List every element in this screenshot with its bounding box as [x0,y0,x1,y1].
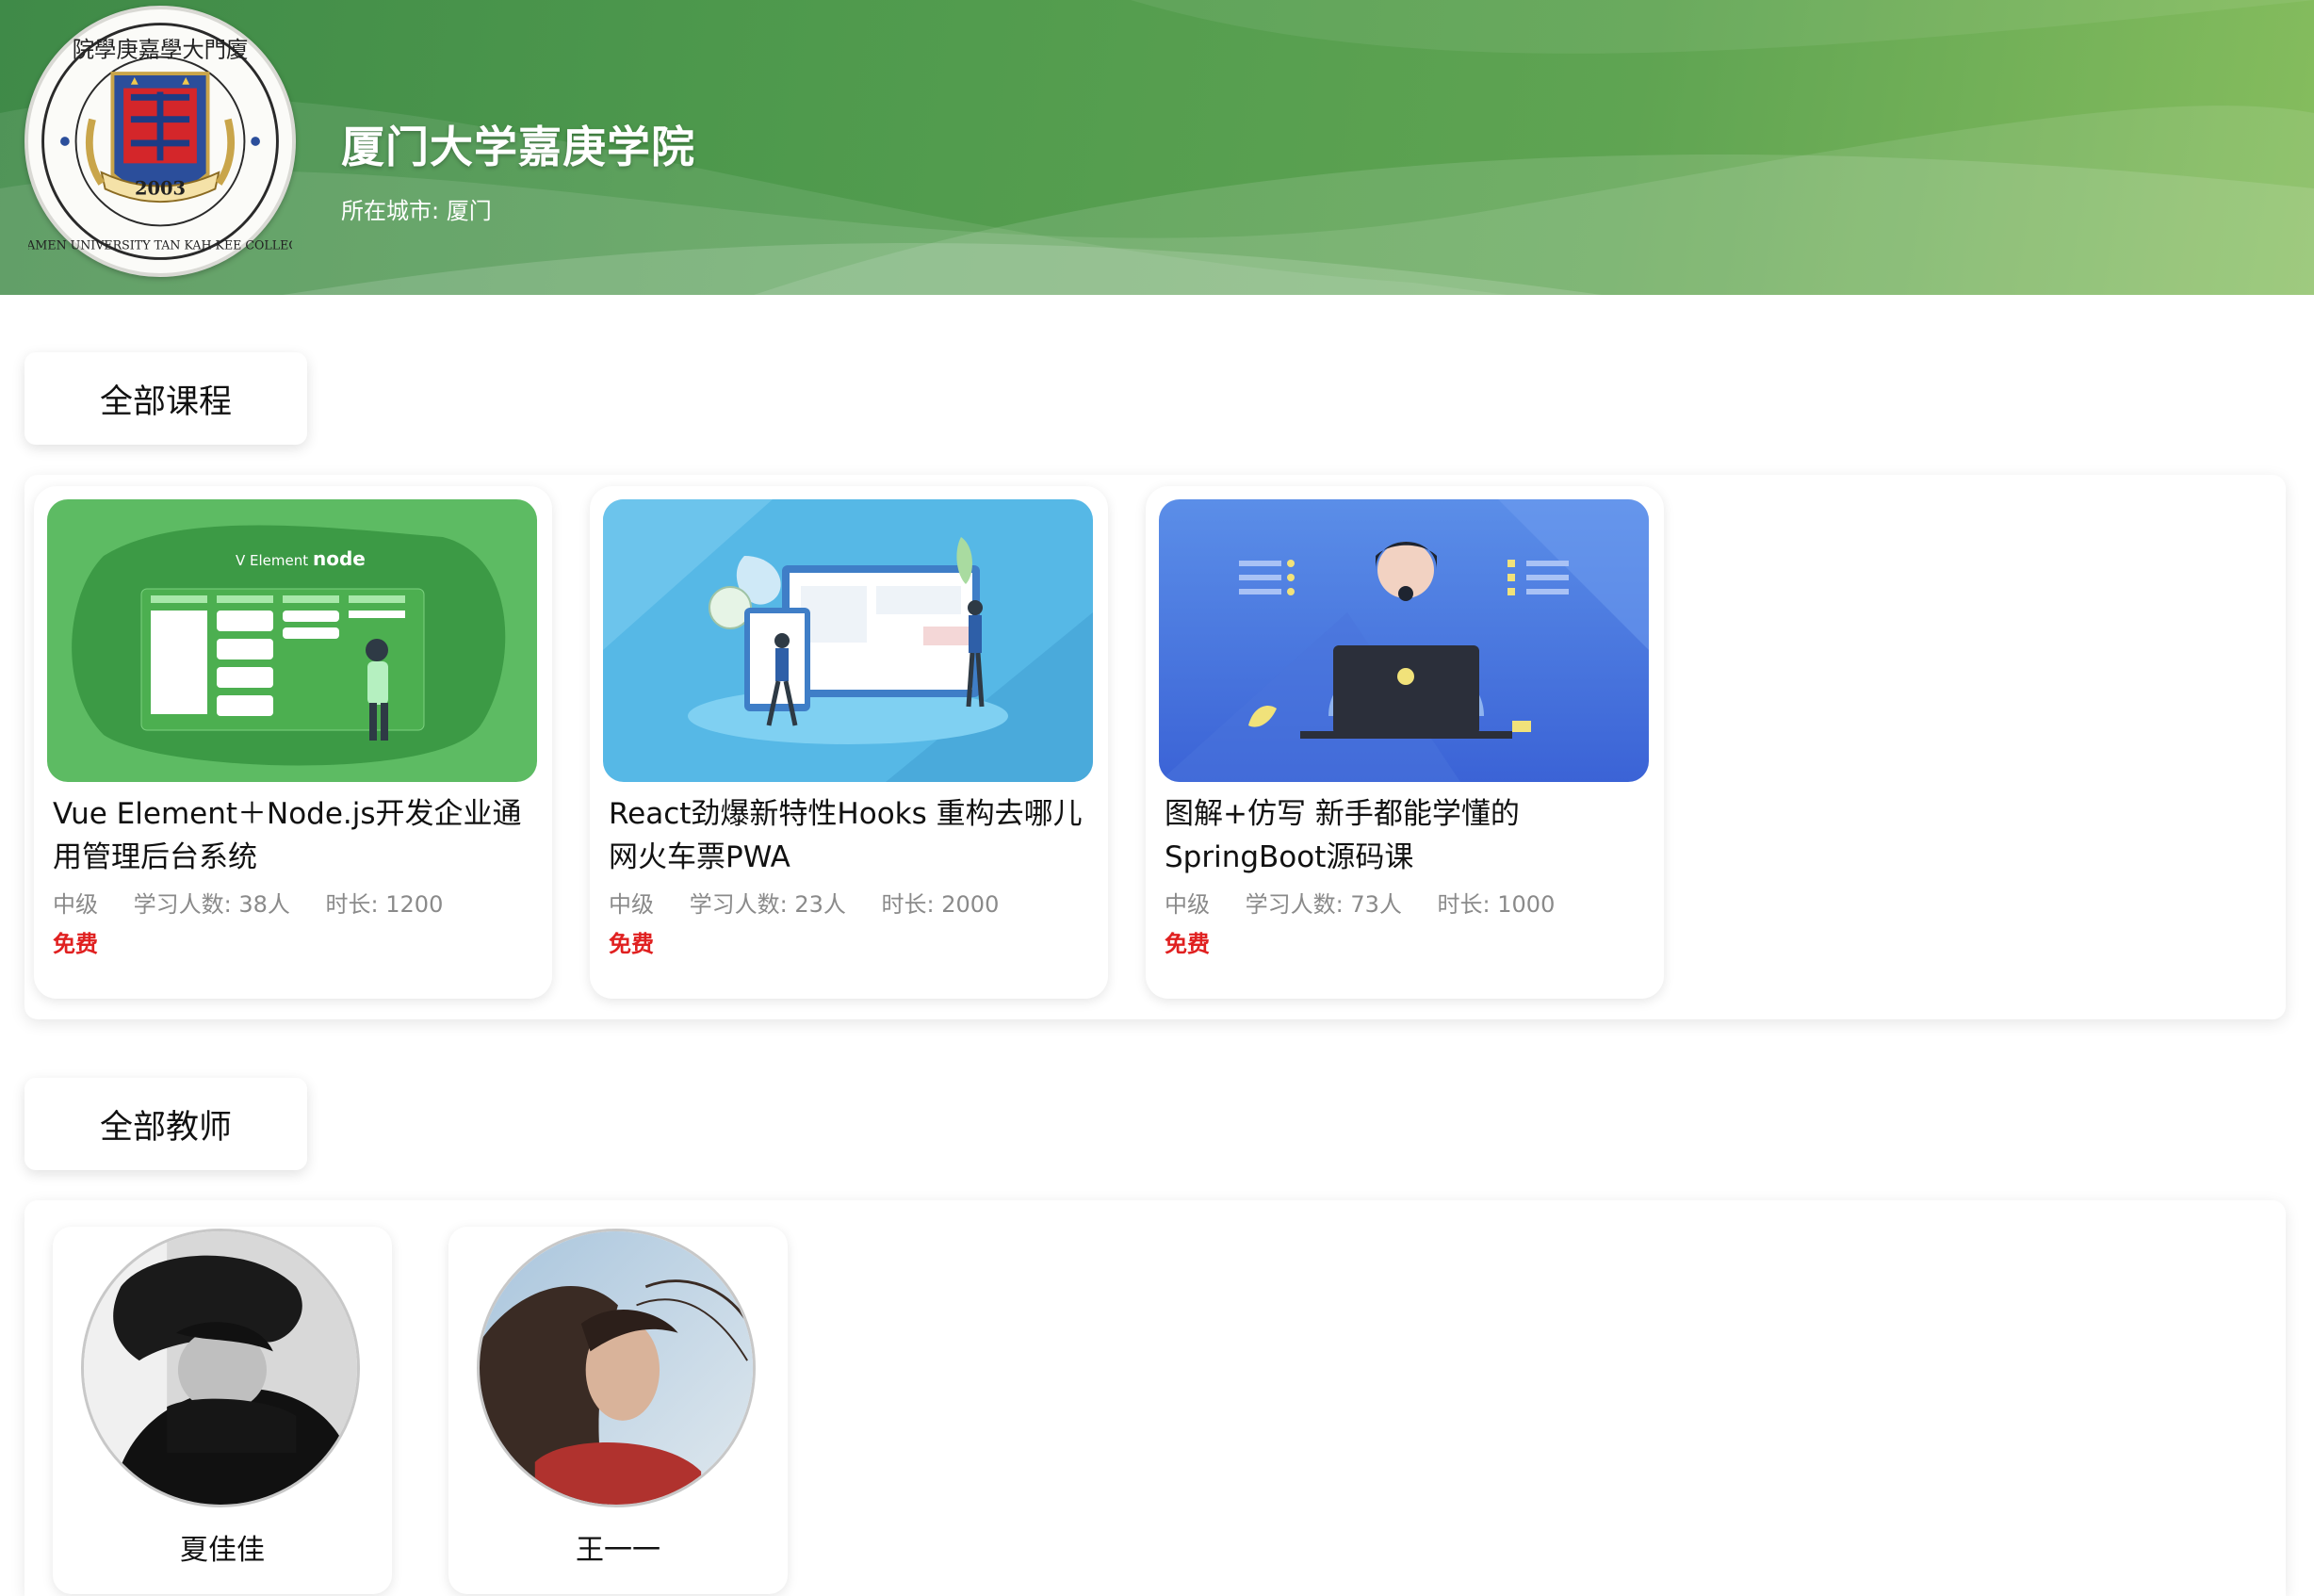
course-thumbnail[interactable] [1159,499,1649,782]
svg-text:2003: 2003 [135,177,186,199]
course-card[interactable]: React劲爆新特性Hooks 重构去哪儿网火车票PWA 中级 学习人数: 23… [590,486,1108,999]
course-price: 免费 [609,931,654,957]
thumb-brand-text: V Element [236,552,308,569]
course-duration: 时长: 1200 [325,891,444,918]
course-meta: 中级 学习人数: 73人 时长: 1000 [1165,886,1583,919]
school-name: 厦门大学嘉庚学院 [341,122,695,172]
svg-text:XIAMEN UNIVERSITY TAN KAH KEE: XIAMEN UNIVERSITY TAN KAH KEE COLLEGE [28,238,292,252]
city-label: 所在城市: [341,198,440,224]
course-price: 免费 [1165,931,1210,957]
course-title[interactable]: 图解+仿写 新手都能学懂的SpringBoot源码课 [1165,792,1645,879]
course-duration: 时长: 2000 [881,891,1000,918]
course-level: 中级 [609,891,654,918]
school-banner: 院學庚嘉學大門廈 XIAMEN UNIVERSITY TAN KAH KEE C… [0,0,2314,295]
course-title[interactable]: Vue Element＋Node.js开发企业通用管理后台系统 [53,792,533,879]
course-thumbnail[interactable]: V Element node [47,499,537,782]
course-title[interactable]: React劲爆新特性Hooks 重构去哪儿网火车票PWA [609,792,1089,879]
tab-all-courses[interactable]: 全部课程 [24,352,307,445]
svg-text:院學庚嘉學大門廈: 院學庚嘉學大門廈 [73,37,249,63]
teacher-name[interactable]: 夏佳佳 [53,1526,392,1568]
teacher-avatar[interactable] [81,1229,360,1507]
teacher-avatar[interactable] [477,1229,756,1507]
svg-text:node: node [313,547,366,570]
course-students: 学习人数: 23人 [689,891,846,918]
course-price: 免费 [53,931,98,957]
course-level: 中级 [1165,891,1210,918]
course-duration: 时长: 1000 [1437,891,1556,918]
course-meta: 中级 学习人数: 23人 时长: 2000 [609,886,1027,919]
course-card[interactable]: V Element node Vue Element＋Node.js开发企业通用… [34,486,552,999]
course-thumbnail[interactable] [603,499,1093,782]
teacher-name[interactable]: 王一一 [448,1526,788,1568]
school-city: 所在城市: 厦门 [341,192,492,225]
tab-all-teachers[interactable]: 全部教师 [24,1078,307,1170]
course-students: 学习人数: 38人 [133,891,290,918]
course-students: 学习人数: 73人 [1245,891,1402,918]
course-meta: 中级 学习人数: 38人 时长: 1200 [53,886,471,919]
course-level: 中级 [53,891,98,918]
school-logo: 院學庚嘉學大門廈 XIAMEN UNIVERSITY TAN KAH KEE C… [13,6,307,277]
city-value: 厦门 [446,198,492,224]
course-card[interactable]: 图解+仿写 新手都能学懂的SpringBoot源码课 中级 学习人数: 73人 … [1146,486,1664,999]
